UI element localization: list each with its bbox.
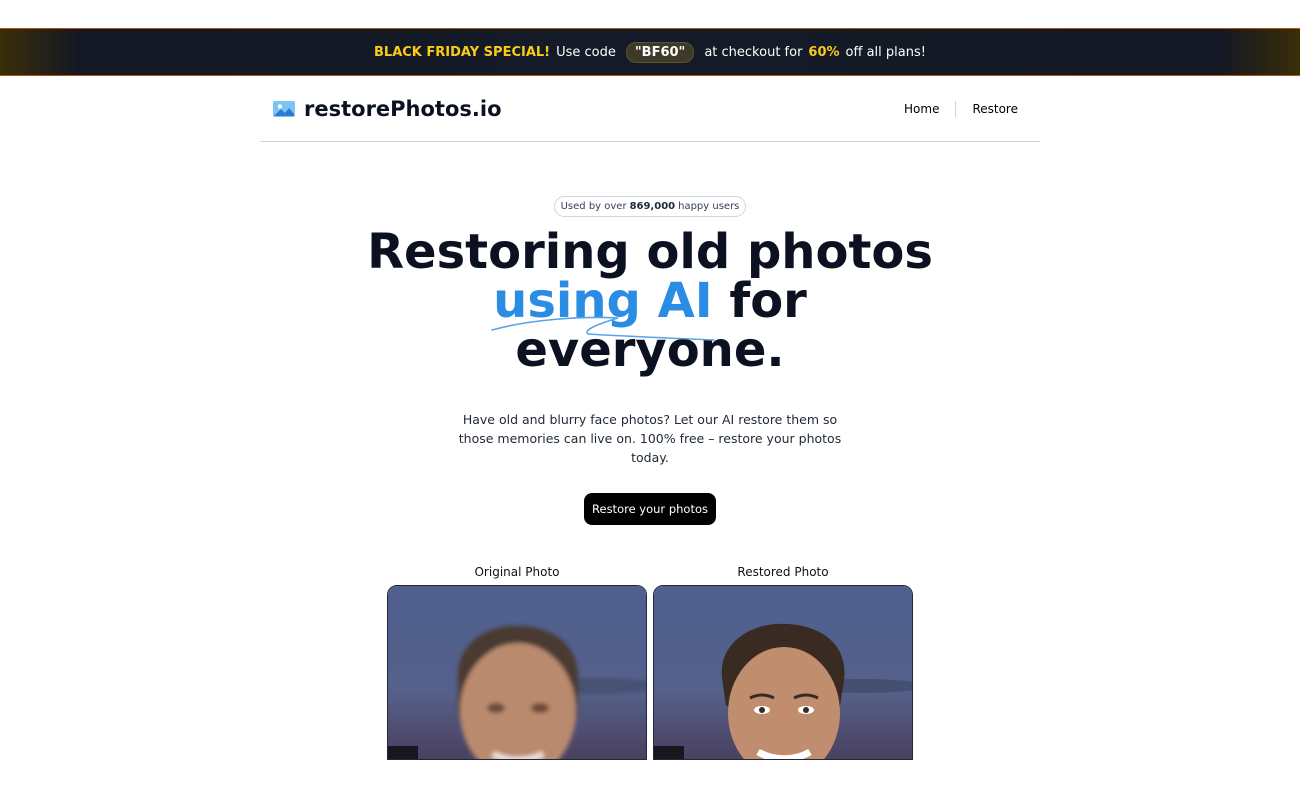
hero-title-for: for — [729, 273, 807, 329]
users-count-pill: Used by over 869,000 happy users — [554, 196, 746, 217]
photo-logo-icon — [273, 100, 295, 117]
scribble-underline-icon — [491, 316, 715, 341]
banner-promo-code: "BF60" — [625, 41, 695, 63]
banner-checkout-text: at checkout for — [704, 44, 803, 60]
logo-text: restorePhotos.io — [304, 96, 502, 121]
pill-suffix: happy users — [678, 201, 740, 212]
restored-photo-label: Restored Photo — [737, 565, 829, 579]
pill-prefix: Used by over — [560, 201, 627, 212]
restore-photos-button[interactable]: Restore your photos — [584, 493, 716, 525]
banner-rest-text: off all plans! — [845, 44, 926, 60]
promo-banner: BLACK FRIDAY SPECIAL! Use code "BF60" at… — [0, 28, 1300, 76]
hero-title-line1: Restoring old photos — [367, 224, 933, 280]
banner-discount-percent: 60% — [808, 44, 840, 60]
hero-description: Have old and blurry face photos? Let our… — [458, 412, 842, 465]
banner-use-code-text: Use code — [556, 44, 616, 60]
hero-title: Restoring old photos using AI for everyo… — [300, 228, 1000, 375]
pill-count: 869,000 — [629, 201, 676, 212]
original-photo — [387, 585, 647, 760]
nav-divider — [955, 100, 957, 117]
main-nav: Home Restore — [904, 100, 1040, 117]
nav-home-link[interactable]: Home — [904, 102, 939, 116]
restored-photo — [653, 585, 913, 760]
banner-special-label: BLACK FRIDAY SPECIAL! — [374, 44, 551, 60]
site-header: restorePhotos.io Home Restore — [260, 76, 1040, 142]
original-photo-label: Original Photo — [474, 565, 560, 579]
logo-link[interactable]: restorePhotos.io — [260, 97, 502, 121]
nav-restore-link[interactable]: Restore — [972, 102, 1018, 116]
